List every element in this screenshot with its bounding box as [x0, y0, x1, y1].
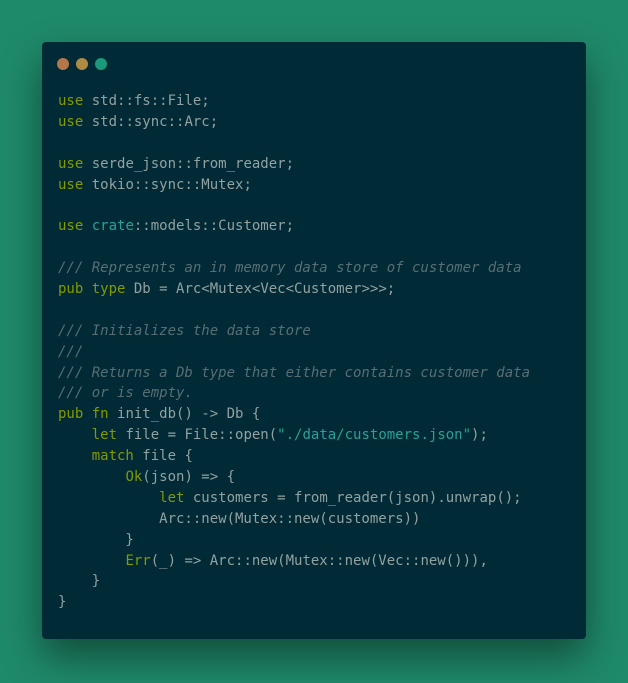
code-token: crate: [83, 218, 134, 235]
code-line: use std::fs::File;: [58, 91, 530, 112]
code-token: Err: [125, 552, 151, 569]
code-line: use std::sync::Arc;: [58, 112, 530, 133]
code-line: let customers = from_reader(json).unwrap…: [58, 488, 530, 509]
code-line: }: [58, 592, 530, 613]
code-token: use: [58, 113, 84, 130]
code-line: pub type Db = Arc<Mutex<Vec<Customer>>>;: [58, 279, 530, 300]
code-token: /// Initializes the data store: [58, 322, 311, 339]
code-token: tokio::sync::Mutex;: [83, 176, 252, 193]
code-token: use: [58, 155, 84, 172]
code-line: /// Returns a Db type that either contai…: [58, 363, 530, 384]
code-line: /// Initializes the data store: [58, 321, 530, 342]
code-block: use std::fs::File; use std::sync::Arc; use…: [58, 91, 530, 613]
code-token: let: [159, 489, 185, 506]
code-token: use: [58, 176, 84, 193]
code-token: }: [58, 573, 101, 590]
code-token: file {: [133, 448, 193, 465]
code-token: use: [58, 218, 84, 235]
code-token: Arc::new(Mutex::new(customers)): [58, 510, 421, 527]
code-line: /// or is empty.: [58, 383, 530, 404]
code-token: customers = from_reader(json).unwrap();: [184, 489, 522, 506]
maximize-dot-icon[interactable]: [95, 58, 107, 70]
code-line: }: [58, 571, 530, 592]
code-line: Arc::new(Mutex::new(customers)): [58, 509, 530, 530]
code-line: Err(_) => Arc::new(Mutex::new(Vec::new()…: [58, 551, 530, 572]
code-token: ::models::Customer;: [133, 218, 295, 235]
code-token: use: [58, 93, 84, 109]
code-line: use crate::models::Customer;: [58, 216, 530, 237]
code-token: std::fs::File;: [83, 93, 210, 109]
code-window: use std::fs::File; use std::sync::Arc; use…: [42, 42, 586, 639]
code-token: file = File::open(: [117, 427, 278, 444]
code-token: );: [471, 427, 488, 444]
code-line: /// Represents an in memory data store o…: [58, 258, 530, 279]
code-token: type: [83, 281, 126, 298]
code-token: pub: [58, 281, 84, 298]
code-token: let: [91, 427, 118, 444]
close-dot-icon[interactable]: [57, 58, 69, 70]
code-line: }: [58, 530, 530, 551]
code-token: (_) => Arc::new(Mutex::new(Vec::new())),: [150, 552, 488, 569]
code-token: }: [58, 594, 67, 611]
code-line: Ok(json) => {: [58, 467, 530, 488]
code-line: ///: [58, 342, 530, 363]
code-token: serde_json::from_reader;: [83, 155, 295, 172]
code-token: Db = Arc<Mutex<Vec<Customer>>>;: [125, 281, 396, 298]
code-line: pub fn init_db() -> Db {: [58, 404, 530, 425]
code-token: /// Represents an in memory data store o…: [58, 260, 522, 277]
code-token: match: [91, 448, 134, 465]
code-token: /// or is empty.: [58, 385, 193, 402]
minimize-dot-icon[interactable]: [76, 58, 88, 70]
code-token: init_db() -> Db {: [108, 406, 261, 423]
code-token: }: [58, 531, 134, 548]
code-token: /// Returns a Db type that either contai…: [58, 364, 531, 381]
code-line: match file {: [58, 446, 530, 467]
window-controls: [57, 58, 107, 70]
code-line: let file = File::open("./data/customers.…: [58, 425, 530, 446]
code-token: "./data/customers.json": [277, 427, 472, 444]
code-token: ///: [58, 343, 84, 360]
code-token: pub: [58, 406, 84, 423]
code-line: use tokio::sync::Mutex;: [58, 175, 530, 196]
code-line: use serde_json::from_reader;: [58, 154, 530, 175]
code-token: fn: [83, 406, 109, 423]
code-token: std::sync::Arc;: [83, 113, 219, 130]
code-token: (json) => {: [142, 469, 236, 486]
code-token: Ok: [125, 469, 143, 486]
